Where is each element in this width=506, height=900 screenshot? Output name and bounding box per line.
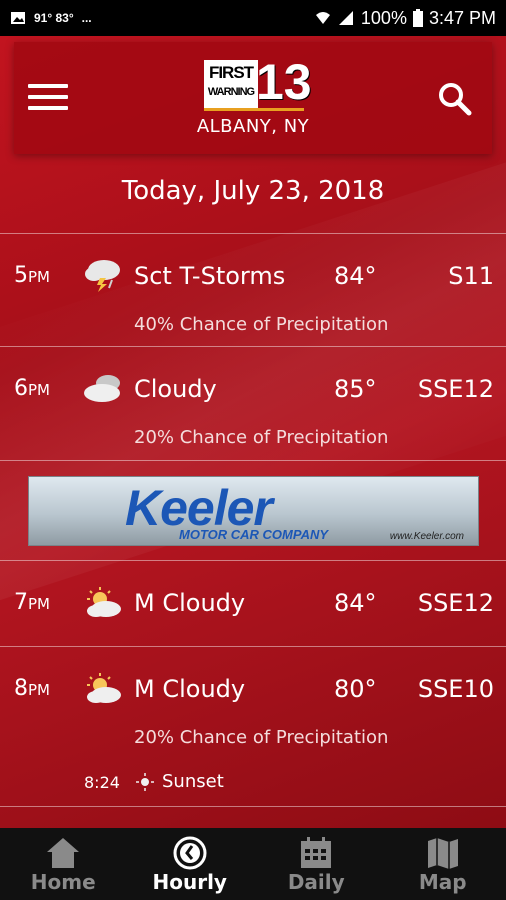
hamburger-icon-line bbox=[28, 84, 68, 88]
bottom-nav: Home Hourly Daily Map bbox=[0, 828, 506, 900]
temperature: 84° bbox=[334, 262, 377, 290]
hour-time: 6PM bbox=[14, 376, 50, 401]
status-temps: 91° 83° bbox=[34, 11, 74, 25]
hamburger-icon-line bbox=[28, 106, 68, 110]
sunset-time: 8:24 bbox=[84, 773, 120, 792]
wind: SSE12 bbox=[417, 375, 494, 403]
battery-icon bbox=[412, 9, 423, 27]
hour-time: 5PM bbox=[14, 263, 50, 288]
keeler-ad-banner[interactable]: Keeler MOTOR CAR COMPANY www.Keeler.com bbox=[28, 476, 479, 546]
temperature: 80° bbox=[334, 675, 377, 703]
condition-text: Sct T-Storms bbox=[134, 262, 286, 290]
partly-cloudy-icon bbox=[87, 673, 121, 703]
hamburger-icon-line bbox=[28, 95, 68, 99]
logo-line1: FIRST bbox=[208, 63, 254, 82]
divider bbox=[0, 560, 506, 561]
nav-hourly[interactable]: Hourly bbox=[127, 828, 254, 900]
temperature: 85° bbox=[334, 375, 377, 403]
wind: SSE12 bbox=[417, 589, 494, 617]
divider bbox=[0, 646, 506, 647]
ad-subtitle: MOTOR CAR COMPANY bbox=[179, 527, 329, 542]
ad-url: www.Keeler.com bbox=[389, 531, 464, 542]
wifi-icon bbox=[315, 12, 330, 24]
precip-chance: 20% Chance of Precipitation bbox=[134, 427, 389, 448]
station-logo[interactable]: FIRST WARNING 13 bbox=[204, 54, 312, 116]
condition-text: Cloudy bbox=[134, 375, 217, 403]
signal-icon bbox=[338, 11, 353, 25]
temperature: 84° bbox=[334, 589, 377, 617]
precip-chance: 20% Chance of Precipitation bbox=[134, 727, 389, 748]
battery-level: 100% bbox=[360, 7, 407, 28]
logo-number: 13 bbox=[256, 54, 312, 110]
nav-label: Home bbox=[30, 870, 96, 894]
wind: SSE10 bbox=[417, 675, 494, 703]
divider bbox=[0, 346, 506, 347]
precip-chance: 40% Chance of Precipitation bbox=[134, 314, 389, 335]
nav-home[interactable]: Home bbox=[0, 828, 127, 900]
hour-time: 8PM bbox=[14, 676, 50, 701]
nav-label: Map bbox=[418, 870, 467, 894]
location-label: ALBANY, NY bbox=[196, 116, 310, 137]
status-bar: 91° 83° ... 100% 3:47 PM bbox=[0, 0, 506, 36]
cloudy-icon bbox=[84, 375, 120, 402]
condition-text: M Cloudy bbox=[134, 675, 246, 703]
nav-label: Hourly bbox=[152, 870, 227, 894]
calendar-icon bbox=[301, 837, 332, 868]
date-title: Today, July 23, 2018 bbox=[121, 176, 385, 206]
wind: S11 bbox=[448, 262, 494, 290]
search-icon bbox=[439, 83, 472, 116]
nav-label: Daily bbox=[287, 870, 345, 894]
sunset-label: Sunset bbox=[162, 771, 224, 792]
menu-button[interactable] bbox=[28, 84, 68, 114]
clock-icon bbox=[173, 836, 207, 870]
partly-cloudy-icon bbox=[87, 587, 121, 617]
sunset-icon bbox=[136, 773, 154, 791]
clock-time: 3:47 PM bbox=[428, 7, 496, 28]
nav-map[interactable]: Map bbox=[380, 828, 506, 900]
hour-time: 7PM bbox=[14, 590, 50, 615]
search-button[interactable] bbox=[436, 80, 474, 118]
app-content: FIRST WARNING 13 ALBANY, NY Today, July … bbox=[0, 36, 506, 828]
divider bbox=[0, 460, 506, 461]
condition-text: M Cloudy bbox=[134, 589, 246, 617]
logo-line2: WARNING bbox=[207, 86, 255, 98]
nav-daily[interactable]: Daily bbox=[253, 828, 380, 900]
divider bbox=[0, 233, 506, 234]
image-notification-icon bbox=[11, 12, 25, 24]
logo-text-box: FIRST WARNING bbox=[204, 60, 258, 108]
status-more: ... bbox=[81, 11, 92, 25]
home-icon bbox=[47, 838, 80, 868]
app-header: FIRST WARNING 13 ALBANY, NY bbox=[14, 42, 492, 154]
status-right: 100% 3:47 PM bbox=[315, 8, 496, 29]
divider bbox=[0, 806, 506, 807]
map-icon bbox=[427, 838, 458, 869]
logo-underline bbox=[204, 108, 304, 111]
thunderstorm-icon bbox=[85, 260, 120, 292]
status-left: 91° 83° ... bbox=[10, 11, 92, 25]
